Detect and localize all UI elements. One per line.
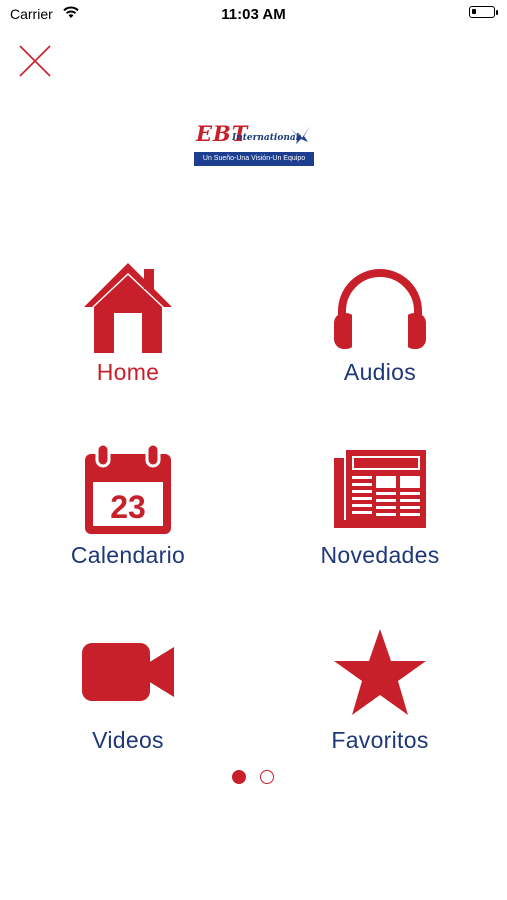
logo-tagline: Un Sueño-Una Visión-Un Equipo: [194, 152, 314, 166]
battery-level: [472, 9, 476, 14]
video-camera-icon: [82, 643, 174, 701]
menu-label: Home: [96, 359, 160, 385]
calendar-date-number: 23: [110, 489, 146, 525]
ebt-logo: EBT International Un Sueño-Una Visión-Un…: [194, 122, 314, 167]
menu-label: Novedades: [320, 542, 440, 568]
newspaper-icon: [334, 450, 426, 528]
home-icon: [84, 263, 172, 353]
battery-icon: [469, 6, 498, 18]
menu-item-novedades[interactable]: Novedades: [280, 440, 480, 590]
status-bar: Carrier 11:03 AM: [0, 0, 507, 30]
menu-label: Audios: [343, 359, 417, 385]
menu-label: Videos: [92, 727, 164, 753]
page-dot-2[interactable]: [260, 770, 274, 784]
star-icon: [334, 629, 426, 715]
menu-item-calendario[interactable]: 23 Calendario: [28, 440, 228, 590]
close-icon: [19, 45, 51, 77]
eagle-icon: [290, 126, 310, 144]
menu-item-home[interactable]: Home: [28, 255, 228, 405]
menu-label: Calendario: [70, 542, 186, 568]
menu-item-videos[interactable]: Videos: [28, 625, 228, 775]
page-dot-1[interactable]: [232, 770, 246, 784]
close-button[interactable]: [18, 44, 52, 78]
calendar-icon: 23: [85, 442, 171, 534]
menu-label: Favoritos: [331, 727, 429, 753]
page-indicator: [230, 770, 278, 786]
menu-item-audios[interactable]: Audios: [280, 255, 480, 405]
clock: 11:03 AM: [221, 6, 286, 23]
menu-item-favoritos[interactable]: Favoritos: [280, 625, 480, 775]
headphones-icon: [334, 269, 426, 351]
